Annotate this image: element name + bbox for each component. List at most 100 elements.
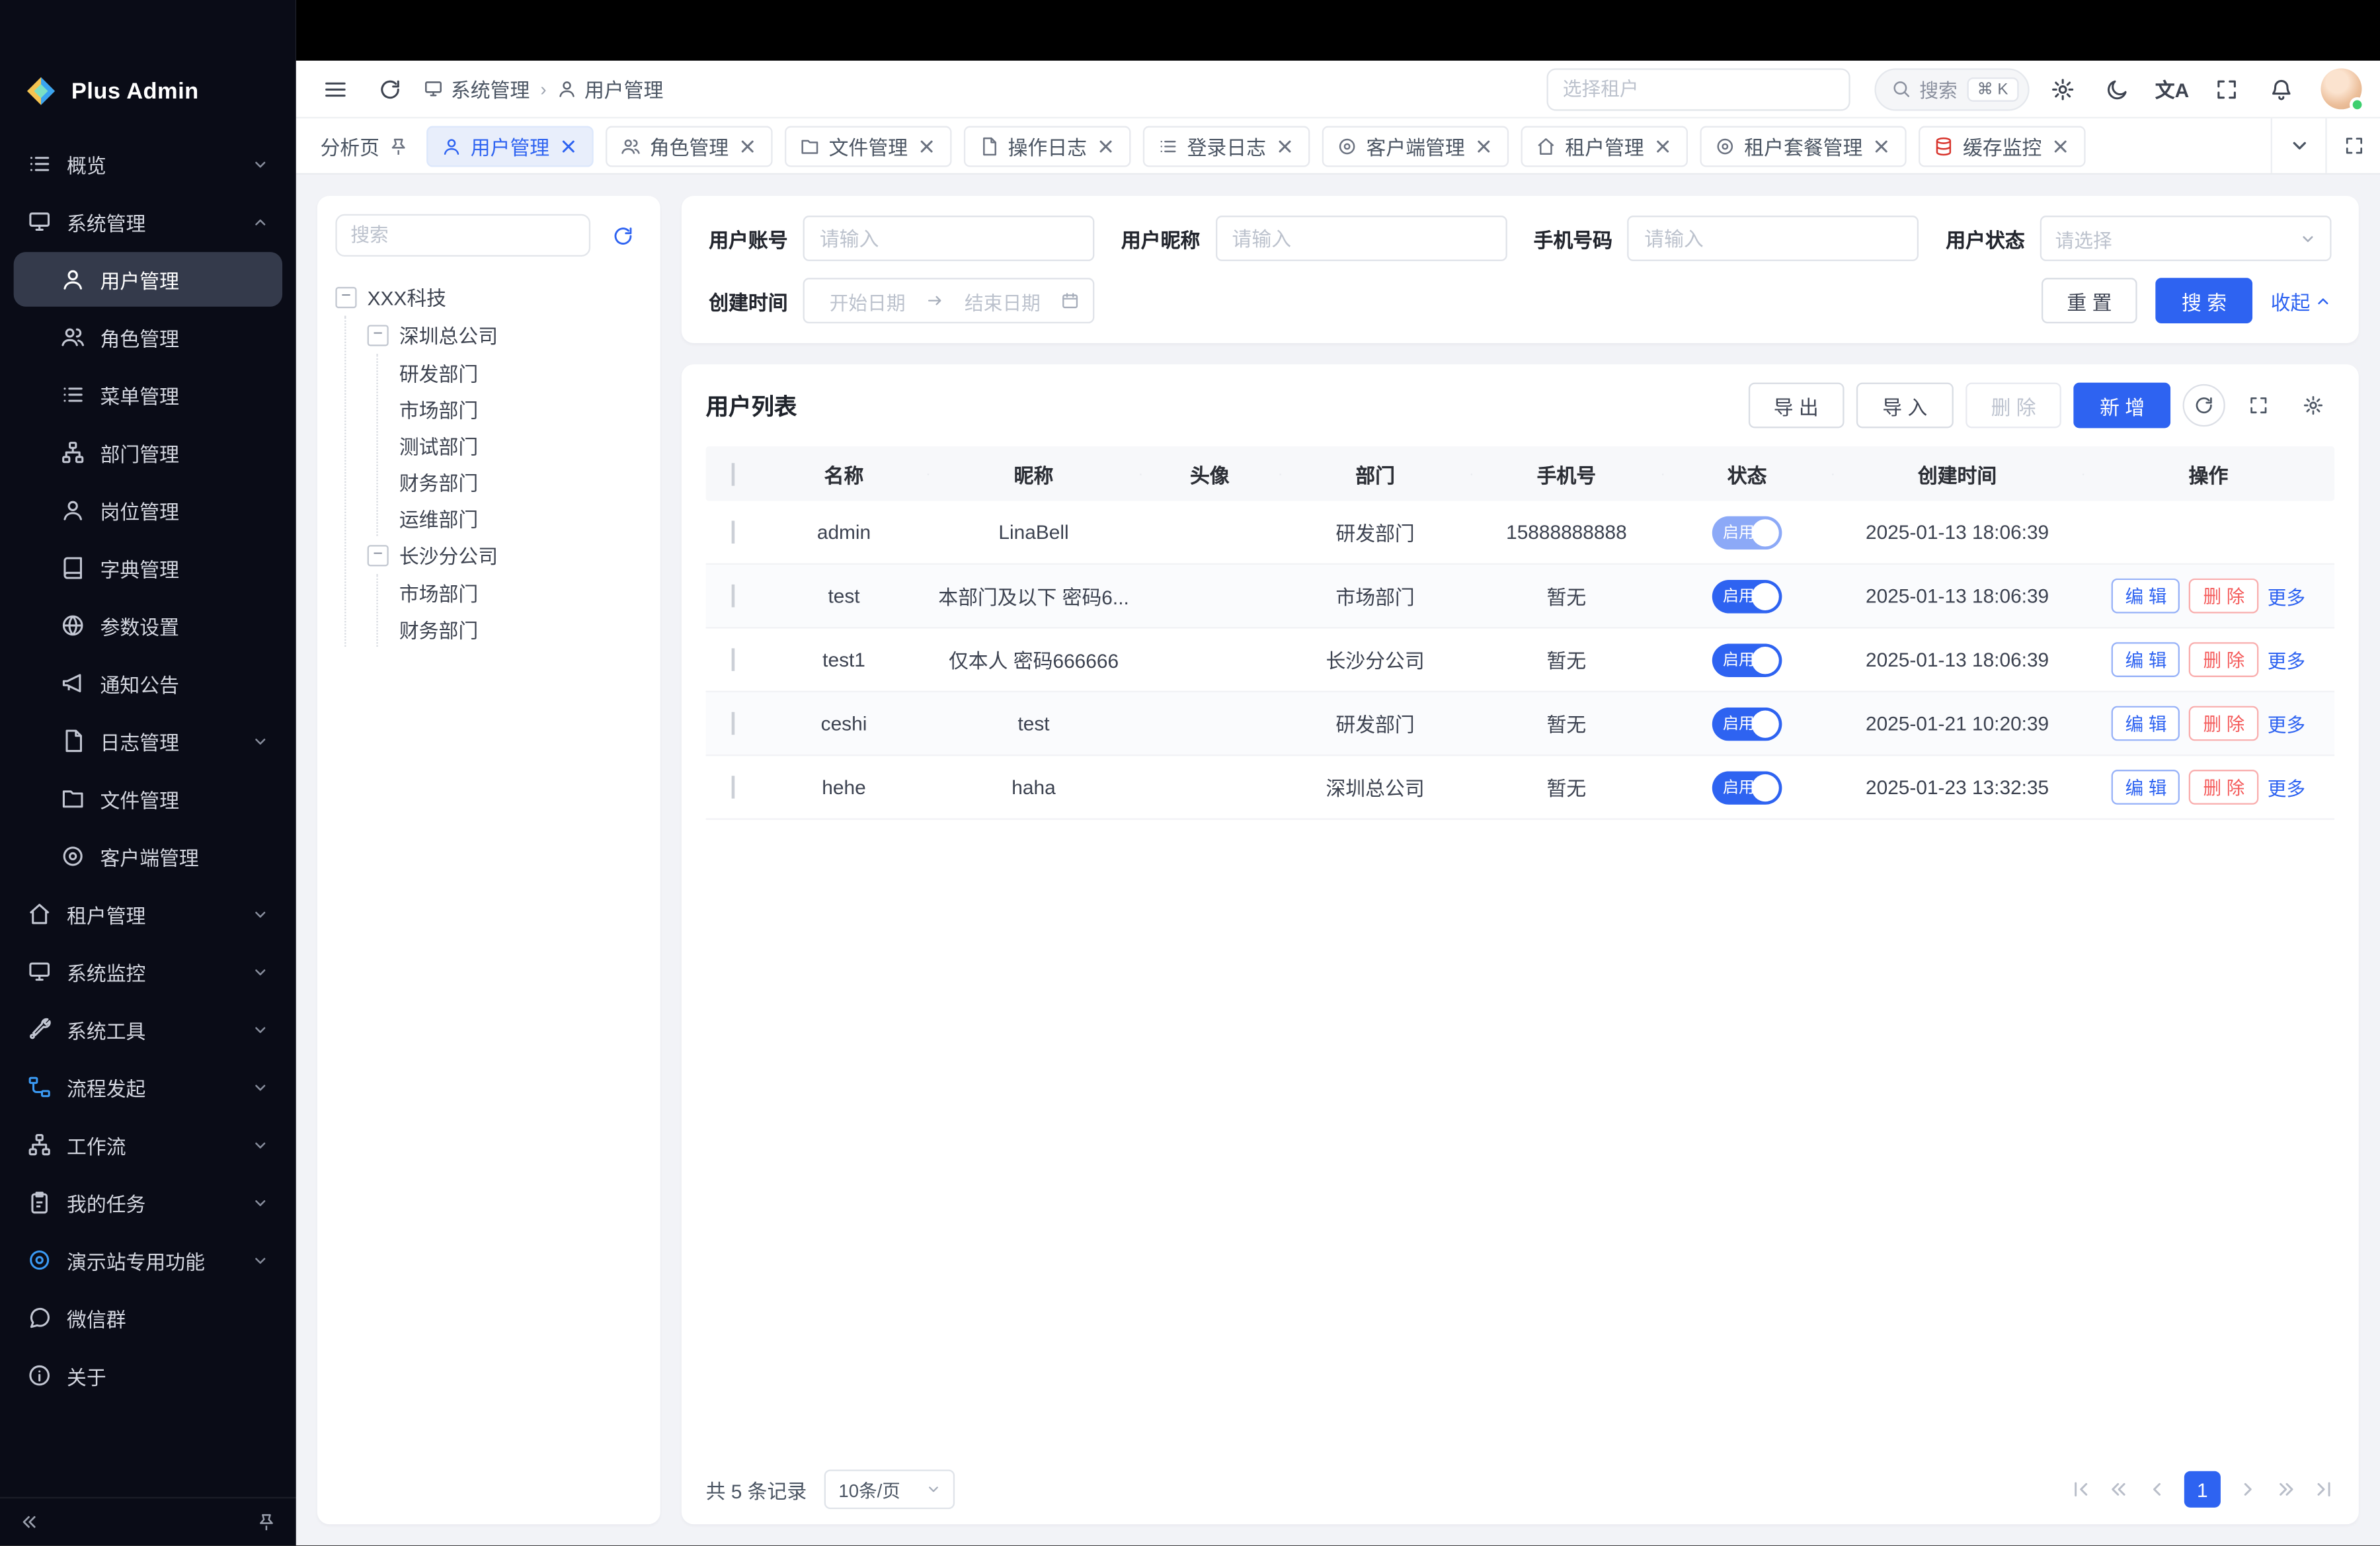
sidebar-item-role-management[interactable]: 角色管理 bbox=[14, 309, 282, 364]
tab-login-log[interactable]: 登录日志 bbox=[1143, 125, 1310, 166]
row-checkbox[interactable] bbox=[732, 585, 735, 607]
prev-page-button[interactable] bbox=[2146, 1479, 2167, 1500]
tree-node-leaf[interactable]: 财务部门 bbox=[399, 463, 642, 499]
sidebar-item-post-management[interactable]: 岗位管理 bbox=[14, 483, 282, 538]
tab-user-management[interactable]: 用户管理 bbox=[426, 125, 594, 166]
tree-node-branch[interactable]: − 深圳总公司 bbox=[368, 316, 643, 354]
table-fullscreen-button[interactable] bbox=[2237, 384, 2280, 427]
fullscreen-button[interactable] bbox=[2205, 67, 2248, 110]
sidebar-item-tenant-management[interactable]: 租户管理 bbox=[14, 887, 282, 942]
sidebar-item-system-tools[interactable]: 系统工具 bbox=[14, 1002, 282, 1057]
next-page-button[interactable] bbox=[2237, 1479, 2258, 1500]
table-row[interactable]: test 本部门及以下 密码6... 市场部门 暂无 启用 2025-01-13… bbox=[706, 565, 2335, 628]
status-toggle[interactable]: 启用 bbox=[1712, 707, 1782, 741]
settings-button[interactable] bbox=[2042, 67, 2084, 110]
sidebar-item-process-initiate[interactable]: 流程发起 bbox=[14, 1060, 282, 1115]
sidebar-item-system-management[interactable]: 系统管理 bbox=[14, 194, 282, 249]
close-icon[interactable] bbox=[917, 136, 937, 155]
tree-node-root[interactable]: − XXX科技 bbox=[335, 278, 642, 315]
add-user-button[interactable]: 新 增 bbox=[2074, 383, 2170, 428]
status-toggle[interactable]: 启用 bbox=[1712, 770, 1782, 804]
jump-back-button[interactable] bbox=[2108, 1479, 2129, 1500]
sidebar-item-wechat-group[interactable]: 微信群 bbox=[14, 1291, 282, 1346]
status-toggle[interactable]: 启用 bbox=[1712, 643, 1782, 676]
tab-cache-monitor[interactable]: 缓存监控 bbox=[1919, 125, 2086, 166]
sidebar-item-menu-management[interactable]: 菜单管理 bbox=[14, 368, 282, 423]
sidebar-item-user-management[interactable]: 用户管理 bbox=[14, 252, 282, 307]
edit-button[interactable]: 编 辑 bbox=[2112, 706, 2180, 741]
status-toggle[interactable]: 启用 bbox=[1712, 515, 1782, 549]
sidebar-item-file-management[interactable]: 文件管理 bbox=[14, 771, 282, 826]
sidebar-item-my-tasks[interactable]: 我的任务 bbox=[14, 1175, 282, 1230]
last-page-button[interactable] bbox=[2313, 1479, 2334, 1500]
refresh-page-button[interactable] bbox=[369, 67, 411, 110]
tree-node-leaf[interactable]: 运维部门 bbox=[399, 499, 642, 536]
jump-forward-button[interactable] bbox=[2276, 1479, 2297, 1500]
sidebar-item-about[interactable]: 关于 bbox=[14, 1348, 282, 1403]
table-row[interactable]: test1 仅本人 密码666666 长沙分公司 暂无 启用 2025-01-1… bbox=[706, 629, 2335, 692]
delete-button[interactable]: 删 除 bbox=[2190, 579, 2258, 614]
nickname-input[interactable] bbox=[1215, 216, 1507, 261]
sidebar-item-log-management[interactable]: 日志管理 bbox=[14, 713, 282, 768]
table-row[interactable]: ceshi test 研发部门 暂无 启用 2025-01-21 10:20:3… bbox=[706, 692, 2335, 756]
collapse-sidebar-icon[interactable] bbox=[20, 1512, 40, 1532]
app-logo[interactable]: Plus Admin bbox=[0, 61, 296, 122]
content-fullscreen-button[interactable] bbox=[2325, 118, 2380, 173]
status-select[interactable]: 请选择 bbox=[2040, 216, 2332, 261]
tree-node-leaf[interactable]: 财务部门 bbox=[399, 610, 642, 647]
global-search-button[interactable]: 搜索 ⌘ K bbox=[1874, 67, 2029, 110]
close-icon[interactable] bbox=[1474, 136, 1494, 155]
tree-refresh-button[interactable] bbox=[602, 216, 642, 255]
reset-button[interactable]: 重 置 bbox=[2041, 278, 2137, 323]
close-icon[interactable] bbox=[1872, 136, 1891, 155]
notifications-button[interactable] bbox=[2260, 67, 2303, 110]
sidebar-item-demo-features[interactable]: 演示站专用功能 bbox=[14, 1233, 282, 1287]
tab-tenant-package-management[interactable]: 租户套餐管理 bbox=[1700, 125, 1907, 166]
edit-button[interactable]: 编 辑 bbox=[2112, 770, 2180, 805]
sidebar-item-dept-management[interactable]: 部门管理 bbox=[14, 425, 282, 480]
sidebar-item-client-management[interactable]: 客户端管理 bbox=[14, 829, 282, 884]
close-icon[interactable] bbox=[738, 136, 758, 155]
user-avatar[interactable] bbox=[2320, 68, 2361, 109]
sidebar-item-workflow[interactable]: 工作流 bbox=[14, 1118, 282, 1172]
tab-role-management[interactable]: 角色管理 bbox=[606, 125, 773, 166]
batch-delete-button[interactable]: 删 除 bbox=[1965, 383, 2062, 428]
collapse-menu-button[interactable] bbox=[314, 67, 356, 110]
sidebar-item-param-settings[interactable]: 参数设置 bbox=[14, 598, 282, 653]
date-range-picker[interactable]: 开始日期 结束日期 bbox=[803, 278, 1095, 323]
select-all-checkbox[interactable] bbox=[732, 462, 735, 485]
row-checkbox[interactable] bbox=[732, 521, 735, 544]
edit-button[interactable]: 编 辑 bbox=[2112, 579, 2180, 614]
more-button[interactable]: 更多 bbox=[2268, 645, 2305, 674]
close-icon[interactable] bbox=[2051, 136, 2071, 155]
table-row[interactable]: hehe haha 深圳总公司 暂无 启用 2025-01-23 13:32:3… bbox=[706, 756, 2335, 819]
breadcrumb-item-user[interactable]: 用户管理 bbox=[557, 75, 664, 104]
row-checkbox[interactable] bbox=[732, 648, 735, 671]
delete-button[interactable]: 删 除 bbox=[2190, 770, 2258, 805]
table-refresh-button[interactable] bbox=[2183, 384, 2225, 427]
close-icon[interactable] bbox=[1275, 136, 1295, 155]
delete-button[interactable]: 删 除 bbox=[2190, 706, 2258, 741]
delete-button[interactable]: 删 除 bbox=[2190, 642, 2258, 677]
close-icon[interactable] bbox=[1653, 136, 1673, 155]
table-settings-button[interactable] bbox=[2292, 384, 2334, 427]
phone-input[interactable] bbox=[1628, 216, 1919, 261]
collapse-node-icon[interactable]: − bbox=[368, 544, 389, 565]
status-toggle[interactable]: 启用 bbox=[1712, 579, 1782, 613]
more-button[interactable]: 更多 bbox=[2268, 581, 2305, 610]
sidebar-item-dict-management[interactable]: 字典管理 bbox=[14, 540, 282, 595]
tree-node-branch[interactable]: − 长沙分公司 bbox=[368, 536, 643, 573]
account-input[interactable] bbox=[803, 216, 1095, 261]
language-button[interactable]: 文A bbox=[2151, 67, 2193, 110]
collapse-filter-link[interactable]: 收起 bbox=[2271, 286, 2332, 315]
table-row[interactable]: admin LinaBell 研发部门 15888888888 启用 2025-… bbox=[706, 501, 2335, 565]
close-icon[interactable] bbox=[559, 136, 578, 155]
tab-client-management[interactable]: 客户端管理 bbox=[1322, 125, 1509, 166]
tree-node-leaf[interactable]: 研发部门 bbox=[399, 354, 642, 390]
breadcrumb-item-system[interactable]: 系统管理 bbox=[424, 75, 530, 104]
first-page-button[interactable] bbox=[2071, 1479, 2092, 1500]
more-button[interactable]: 更多 bbox=[2268, 773, 2305, 802]
current-page[interactable]: 1 bbox=[2184, 1471, 2221, 1508]
tree-node-leaf[interactable]: 测试部门 bbox=[399, 427, 642, 463]
tab-analysis[interactable]: 分析页 bbox=[314, 125, 415, 166]
